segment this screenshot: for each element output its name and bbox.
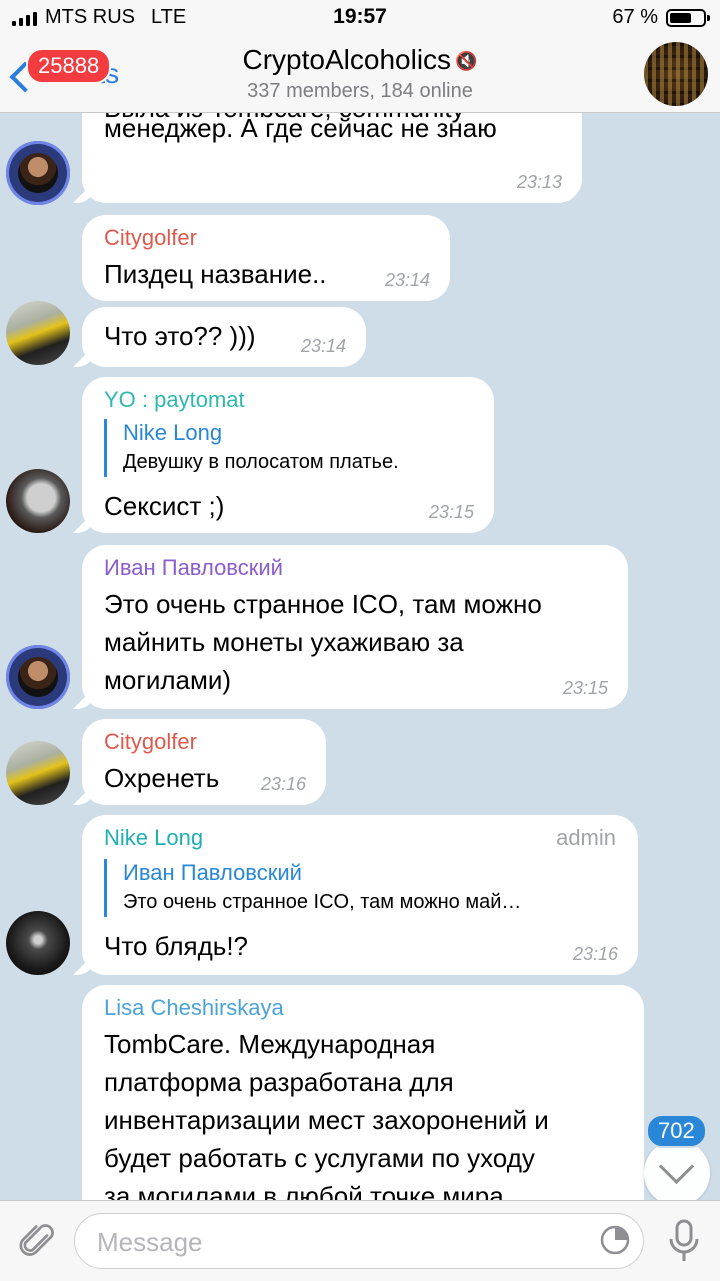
- chat-header: Chats 25888 CryptoAlcoholics🔇 337 member…: [0, 36, 720, 113]
- scroll-to-bottom-button[interactable]: [644, 1140, 710, 1206]
- message-text-line: платформа разработана для: [104, 1067, 454, 1097]
- chat-title[interactable]: CryptoAlcoholics 🔇: [0, 44, 720, 76]
- paperclip-icon[interactable]: [18, 1219, 58, 1263]
- message-time: 23:13: [516, 172, 562, 192]
- reply-text: Девушку в полосатом платье.: [123, 451, 399, 473]
- reply-author: Иван Павловский: [123, 860, 302, 885]
- avatar[interactable]: [6, 469, 70, 533]
- message-field[interactable]: [74, 1213, 644, 1269]
- message-bubble[interactable]: Была из Tombcare, community менеджер. А …: [82, 113, 582, 203]
- message-time: 23:14: [384, 270, 430, 290]
- sender-name[interactable]: YO : paytomat: [104, 387, 245, 413]
- message-text-line: TombCare. Международная: [104, 1029, 436, 1059]
- status-right: 67 %: [612, 6, 710, 29]
- avatar[interactable]: [6, 645, 70, 709]
- message-text-line: майнить монеты ухаживаю за: [104, 627, 464, 657]
- message-time: 23:16: [572, 944, 618, 964]
- message-bubble[interactable]: Citygolfer Пиздец название.. 23:14: [82, 215, 450, 301]
- battery-percent: 67 %: [612, 6, 658, 28]
- avatar[interactable]: [6, 911, 70, 975]
- message-text: Охренеть: [104, 763, 220, 793]
- chevron-down-icon: [658, 1148, 695, 1185]
- sender-name[interactable]: Иван Павловский: [104, 555, 283, 581]
- message-text-line: менеджер. А где сейчас не знаю: [104, 113, 497, 143]
- sender-name[interactable]: Citygolfer: [104, 225, 197, 251]
- muted-speaker-icon: 🔇: [455, 51, 478, 72]
- message-text-line: будет работать с услугами по уходу: [104, 1143, 535, 1173]
- battery-icon: [666, 8, 710, 27]
- message-bubble[interactable]: Что это?? ))) 23:14: [82, 307, 366, 367]
- message-text-line: инвентаризации мест захоронений и: [104, 1105, 549, 1135]
- message-text: Что это?? ))): [104, 321, 256, 351]
- reply-quote[interactable]: Иван Павловский Это очень странное ICO, …: [104, 859, 521, 917]
- message-text-line: Это очень странное ICO, там можно: [104, 589, 542, 619]
- message-input[interactable]: [95, 1226, 579, 1259]
- reply-text: Это очень странное ICO, там можно май…: [123, 891, 522, 913]
- message-input-bar: [0, 1200, 720, 1281]
- unread-messages-badge: 702: [646, 1114, 707, 1148]
- message-time: 23:15: [428, 502, 474, 522]
- message-bubble[interactable]: Lisa Cheshirskaya TombCare. Международна…: [82, 985, 644, 1200]
- reply-author: Nike Long: [123, 420, 223, 445]
- message-text: Сексист ;): [104, 491, 225, 521]
- chat-members-status: 337 members, 184 online: [247, 80, 473, 102]
- group-avatar[interactable]: [644, 42, 708, 106]
- microphone-icon[interactable]: [664, 1217, 704, 1265]
- message-time: 23:15: [562, 678, 608, 698]
- message-text: Пиздец название..: [104, 259, 327, 289]
- chat-title-text: CryptoAlcoholics: [242, 44, 452, 75]
- sender-name[interactable]: Nike Long: [104, 825, 203, 851]
- admin-label: admin: [556, 825, 616, 850]
- message-bubble[interactable]: Citygolfer Охренеть 23:16: [82, 719, 326, 805]
- message-text: Что блядь!?: [104, 931, 249, 961]
- message-time: 23:16: [260, 774, 306, 794]
- avatar[interactable]: [6, 741, 70, 805]
- message-text-line: за могилами в любой точке мира: [104, 1181, 504, 1200]
- message-bubble[interactable]: YO : paytomat Nike Long Девушку в полоса…: [82, 377, 494, 533]
- message-time: 23:14: [300, 336, 346, 356]
- message-bubble[interactable]: Иван Павловский Это очень странное ICO, …: [82, 545, 628, 709]
- message-bubble[interactable]: Nike Long admin Иван Павловский Это очен…: [82, 815, 638, 975]
- avatar[interactable]: [6, 301, 70, 365]
- reply-quote[interactable]: Nike Long Девушку в полосатом платье.: [104, 419, 399, 477]
- message-text-line: могилами): [104, 665, 232, 695]
- message-list[interactable]: Была из Tombcare, community менеджер. А …: [0, 113, 720, 1200]
- sticker-icon[interactable]: [599, 1224, 631, 1256]
- avatar[interactable]: [6, 141, 70, 205]
- sender-name[interactable]: Lisa Cheshirskaya: [104, 995, 284, 1021]
- sender-name[interactable]: Citygolfer: [104, 729, 197, 755]
- status-bar: MTS RUS LTE 19:57 67 %: [0, 0, 720, 36]
